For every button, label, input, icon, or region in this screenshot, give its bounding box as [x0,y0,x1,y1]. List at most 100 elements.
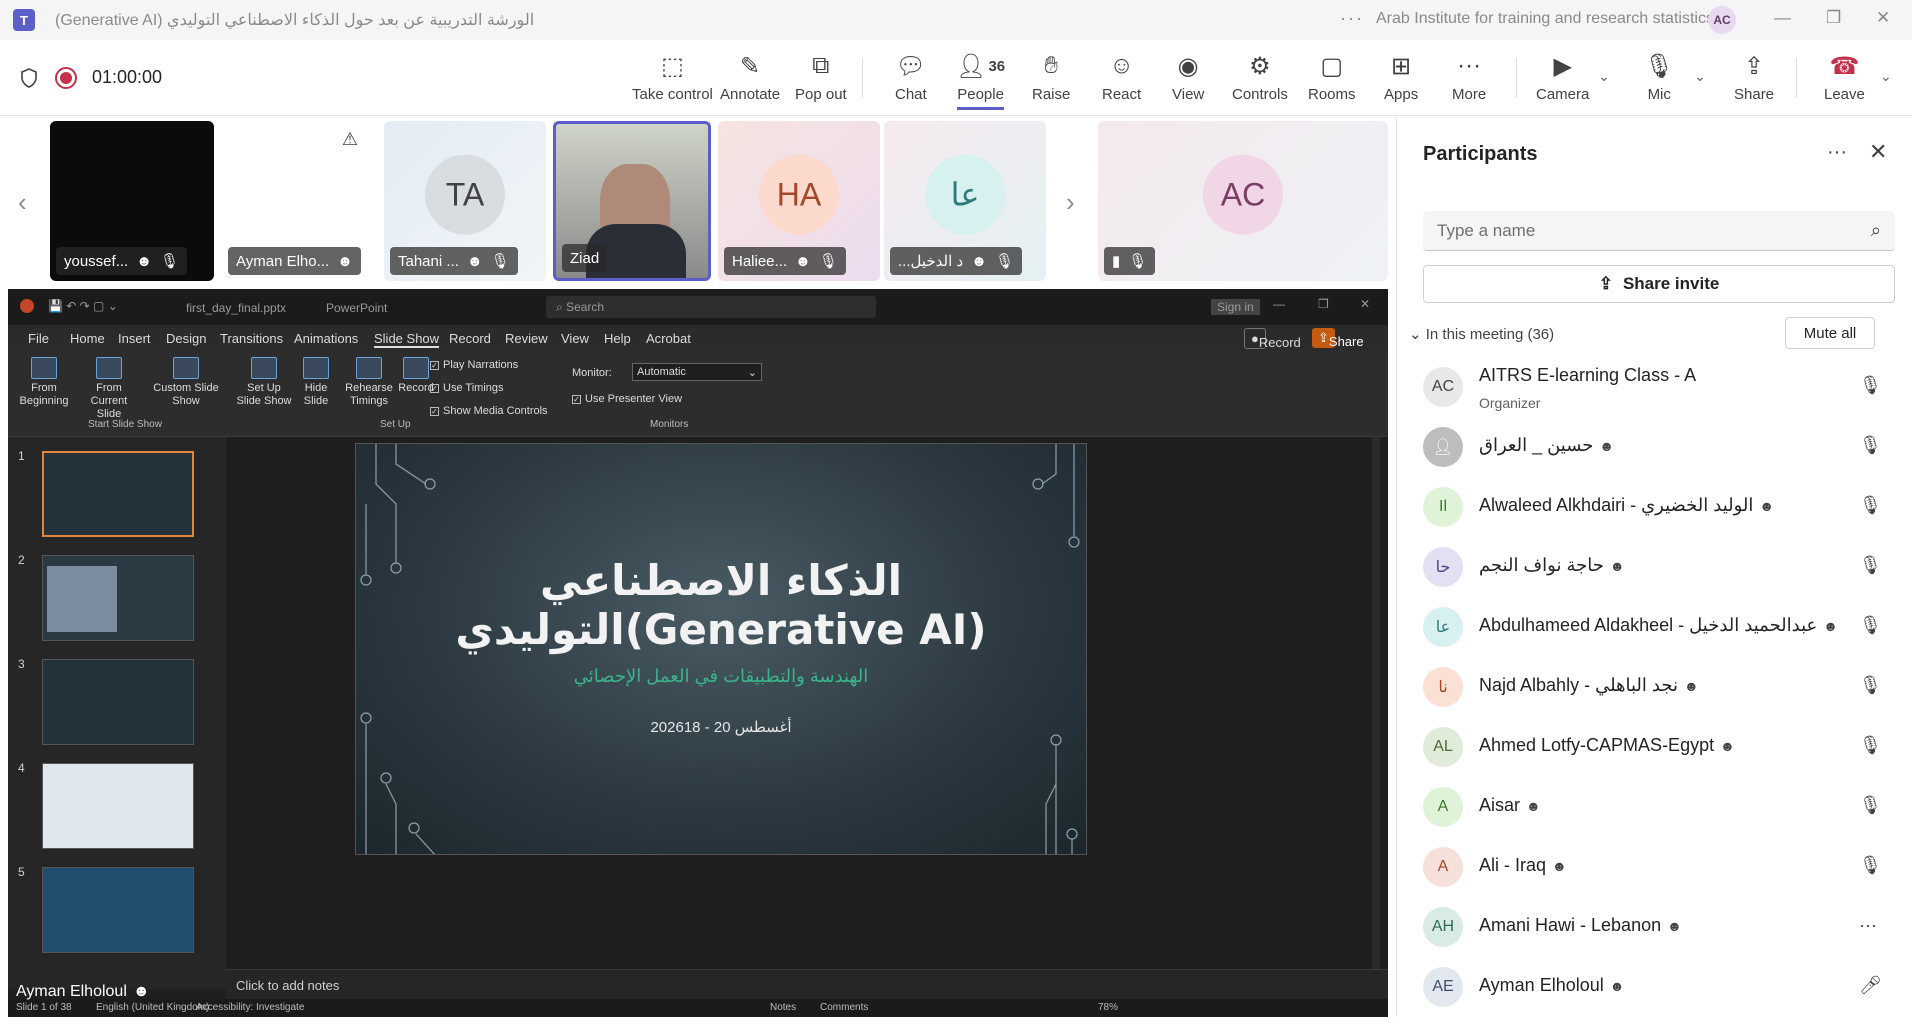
participant-row[interactable]: Il Alwaleed Alkhdairi - الوليد الخضيري ☻ … [1423,477,1895,533]
menu-file[interactable]: File [28,331,49,346]
monitor-select[interactable]: Automatic ⌄ [632,363,762,381]
zoom-level[interactable]: 78% [1098,1002,1118,1013]
current-slide[interactable]: الذكاء الاصطناعي التوليدي(Generative AI)… [355,443,1087,855]
maximize-icon[interactable]: ❐ [1826,8,1841,28]
annotate-button[interactable]: ✎ Annotate [720,50,780,110]
people-button[interactable]: 👤︎ 36 People [956,50,1005,110]
ppt-search-box[interactable]: ⌕ Search [546,296,876,318]
rehearse-timings-button[interactable]: Rehearse Timings [342,357,396,408]
participant-row[interactable]: نا Najd Albahly - نجد الباهلي ☻ 🎙︎ [1423,657,1895,713]
controls-button[interactable]: ⚙ Controls [1232,50,1288,110]
ppt-close-icon[interactable]: ✕ [1360,297,1370,311]
set-up-slide-show-button[interactable]: Set Up Slide Show [236,357,292,408]
ppt-maximize-icon[interactable]: ❐ [1318,297,1329,311]
pop-out-button[interactable]: ⧉ Pop out [795,50,847,110]
slide-thumbnail[interactable] [42,555,194,641]
slide-thumbnail[interactable] [42,763,194,849]
menu-view[interactable]: View [561,331,589,346]
menu-record[interactable]: Record [449,331,491,346]
canvas-scrollbar[interactable] [1372,437,1380,969]
mic-off-icon[interactable]: 🎙︎ [1859,795,1882,816]
ppt-minimize-icon[interactable]: — [1273,297,1285,311]
mic-off-icon[interactable]: 🎙︎ [1859,435,1882,456]
mic-off-icon[interactable]: 🎙︎ [1859,375,1882,396]
participant-row[interactable]: 👤︎ حسين _ العراق ☻ 🎙︎ [1423,417,1895,473]
menu-slide-show[interactable]: Slide Show [374,331,440,348]
take-control-button[interactable]: ⬚ Take control [632,50,713,110]
hide-slide-button[interactable]: Hide Slide [296,357,336,408]
mic-off-icon[interactable]: 🎙︎ [1859,615,1882,636]
raise-hand-button[interactable]: ✋︎ Raise [1032,50,1070,110]
menu-design[interactable]: Design [166,331,206,346]
use-presenter-view-checkbox[interactable]: ✓ Use Presenter View [572,393,682,405]
video-tile[interactable]: Ziad [553,121,711,281]
mic-off-icon[interactable]: 🎙︎ [1859,495,1882,516]
mic-on-icon[interactable]: 🎤︎ [1859,975,1882,996]
show-media-controls-checkbox[interactable]: ✓ Show Media Controls [430,405,548,417]
mic-off-icon[interactable]: 🎙︎ [1859,735,1882,756]
sign-in-button[interactable]: Sign in [1211,299,1260,315]
ppt-record-button[interactable]: ● Record [1244,328,1301,350]
react-button[interactable]: ☺ React [1102,50,1141,110]
panel-more-icon[interactable]: ··· [1827,141,1847,164]
participant-row[interactable]: حا حاجة نواف النجم ☻ 🎙︎ [1423,537,1895,593]
participant-row[interactable]: AH Amani Hawi - Lebanon ☻ ··· [1423,897,1895,953]
menu-acrobat[interactable]: Acrobat [646,331,691,346]
mute-all-button[interactable]: Mute all [1785,317,1875,349]
camera-options-chevron-icon[interactable]: ⌄ [1598,68,1610,85]
play-narrations-checkbox[interactable]: ✓ Play Narrations [430,359,518,371]
leave-button[interactable]: ☎ Leave [1824,50,1865,110]
more-button[interactable]: ··· More [1452,50,1486,110]
participant-row[interactable]: عا Abdulhameed Aldakheel - عبدالحميد الد… [1423,597,1895,653]
camera-button[interactable]: ▶︎ Camera [1536,50,1589,110]
participant-row[interactable]: AE Ayman Elholoul ☻ 🎤︎ [1423,957,1895,1013]
use-timings-checkbox[interactable]: ✓ Use Timings [430,382,504,394]
chat-button[interactable]: 💬︎ Chat [895,50,927,110]
leave-options-chevron-icon[interactable]: ⌄ [1880,68,1892,85]
video-tile[interactable]: عا ...د الدخيل ☻ 🎙︎ [884,121,1046,281]
close-window-icon[interactable]: ✕ [1876,8,1890,28]
apps-button[interactable]: ⊞ Apps [1384,50,1418,110]
mic-off-icon[interactable]: 🎙︎ [1859,855,1882,876]
close-icon[interactable]: ✕ [1869,139,1887,165]
menu-insert[interactable]: Insert [118,331,151,346]
mic-options-chevron-icon[interactable]: ⌄ [1694,68,1706,85]
participant-row[interactable]: A Ali - Iraq ☻ 🎙︎ [1423,837,1895,893]
participant-search-input[interactable]: Type a name ⌕ [1423,211,1895,251]
mic-off-icon[interactable]: 🎙︎ [1859,555,1882,576]
slide-thumbnail[interactable] [42,867,194,953]
slide-thumbnail[interactable] [42,451,194,537]
video-tile[interactable]: HA Haliee... ☻ 🎙︎ [718,121,880,281]
mic-button[interactable]: 🎙︎ Mic [1644,50,1674,110]
minimize-icon[interactable]: — [1774,8,1791,28]
menu-review[interactable]: Review [505,331,548,346]
rooms-button[interactable]: ▢ Rooms [1308,50,1356,110]
participant-row[interactable]: A Aisar ☻ 🎙︎ [1423,777,1895,833]
from-beginning-button[interactable]: From Beginning [18,357,70,408]
slide-thumbnail[interactable] [42,659,194,745]
ellipsis-icon[interactable]: ··· [1859,915,1877,936]
more-options-icon[interactable]: ··· [1340,8,1364,29]
video-tile[interactable]: youssef... ☻ 🎙︎ [50,121,214,281]
participant-row[interactable]: AC AITRS E-learning Class - A Organizer … [1423,357,1895,413]
chevron-right-icon[interactable]: › [1066,187,1075,218]
share-invite-button[interactable]: ⇪ Share invite [1423,265,1895,303]
ppt-share-button[interactable]: ⇪ Share [1312,328,1364,349]
participant-row[interactable]: AL Ahmed Lotfy-CAPMAS-Egypt ☻ 🎙︎ [1423,717,1895,773]
chevron-left-icon[interactable]: ‹ [18,187,27,218]
in-meeting-section-toggle[interactable]: ⌄ In this meeting (36) [1409,325,1554,343]
accessibility-indicator[interactable]: Accessibility: Investigate [196,1002,304,1013]
share-button[interactable]: ⇪ Share [1734,50,1774,110]
menu-transitions[interactable]: Transitions [220,331,283,346]
video-tile[interactable]: ⚠ Ayman Elho... ☻ [222,121,364,281]
notes-toggle[interactable]: Notes [770,1002,796,1013]
user-avatar[interactable]: AC [1708,6,1736,34]
notes-pane[interactable]: Click to add notes [226,969,1388,999]
menu-help[interactable]: Help [604,331,631,346]
menu-animations[interactable]: Animations [294,331,358,346]
menu-home[interactable]: Home [70,331,105,346]
video-tile[interactable]: TA Tahani ... ☻ 🎙︎ [384,121,546,281]
mic-off-icon[interactable]: 🎙︎ [1859,675,1882,696]
view-button[interactable]: ◉ View [1172,50,1204,110]
from-current-slide-button[interactable]: From Current Slide [78,357,140,421]
